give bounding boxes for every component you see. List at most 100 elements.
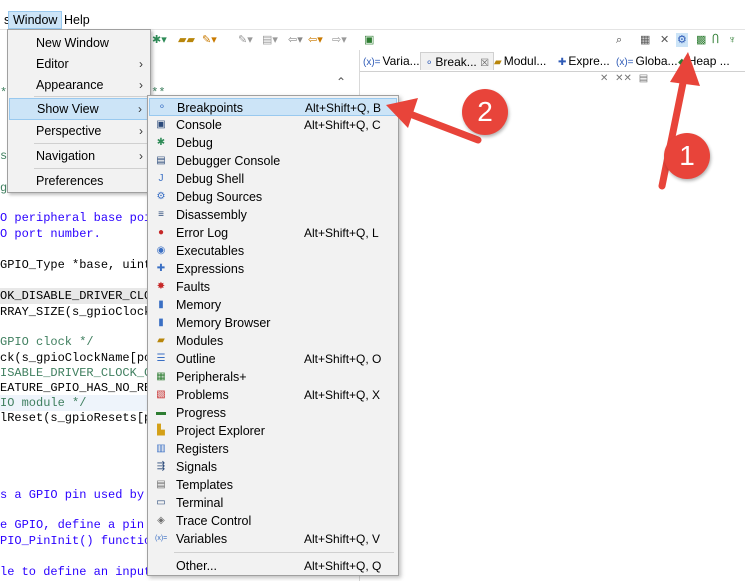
show-view-item-debugger-console[interactable]: ▤ Debugger Console	[149, 152, 397, 170]
edit-disabled-icon[interactable]: ✎▾	[238, 33, 253, 47]
chevron-right-icon: ›	[138, 102, 142, 116]
open-perspective-icon[interactable]: ▦	[640, 33, 650, 47]
close-icon[interactable]: ☒	[480, 58, 489, 69]
main-toolbar: ✱▾ ▰▰ ✎▾ ✎▾ ▤▾ ⇦▾ ⇦▾ ⇨▾ ▣ ⌕ ▦ ✕ ⚙ ▩ Ⴖ ♆	[150, 30, 745, 50]
show-view-item-trace-control[interactable]: ◈ Trace Control	[149, 512, 397, 530]
show-view-item-debug-sources[interactable]: ⚙ Debug Sources	[149, 188, 397, 206]
menu-item-label: Expressions	[176, 262, 245, 276]
show-view-item-modules[interactable]: ▰ Modules	[149, 332, 397, 350]
show-view-item-progress[interactable]: ▬ Progress	[149, 404, 397, 422]
menu-item-label: Terminal	[176, 496, 224, 510]
menu-navigation[interactable]: Navigation ›	[9, 145, 149, 167]
menu-appearance[interactable]: Appearance ›	[9, 74, 149, 96]
show-view-item-peripherals[interactable]: ▦ Peripherals+	[149, 368, 397, 386]
menu-help[interactable]: Help	[60, 11, 94, 29]
tab-heap[interactable]: ◆ Heap ...	[678, 52, 730, 70]
show-view-item-project-explorer[interactable]: ▙ Project Explorer	[149, 422, 397, 440]
menu-editor[interactable]: Editor ›	[9, 53, 149, 75]
menu-item-shortcut: Alt+Shift+Q, B	[305, 101, 382, 115]
wand-icon[interactable]: ✎▾	[202, 33, 217, 47]
show-view-item-error-log[interactable]: ● Error Log Alt+Shift+Q, L	[149, 224, 397, 242]
show-view-item-executables[interactable]: ◉ Executables	[149, 242, 397, 260]
console-icon: ▣	[156, 119, 166, 130]
peripherals-icon: ▦	[156, 371, 166, 382]
globals-tab-icon: (x)=	[616, 57, 634, 68]
menu-item-shortcut: Alt+Shift+Q, X	[304, 388, 381, 402]
prev-edit-icon[interactable]: ⇦▾	[308, 33, 323, 47]
show-view-item-other[interactable]: Other... Alt+Shift+Q, Q	[149, 557, 397, 575]
code-line: GPIO_Type *base, uint	[0, 258, 152, 272]
back-icon[interactable]: ⇦▾	[288, 33, 303, 47]
format-icon[interactable]: ▤▾	[262, 33, 278, 47]
menu-item-label: Problems	[176, 388, 229, 402]
show-view-item-memory-browser[interactable]: ▮ Memory Browser	[149, 314, 397, 332]
scroll-up-icon[interactable]: ⌃	[331, 72, 351, 92]
menu-item-label: Faults	[176, 280, 211, 294]
menu-window[interactable]: Window	[8, 11, 63, 29]
expressions-icon: ✚	[156, 263, 166, 274]
debugger-console-icon: ▤	[156, 155, 166, 166]
menu-perspective[interactable]: Perspective ›	[9, 120, 149, 142]
executables-icon: ◉	[156, 245, 166, 256]
show-view-item-breakpoints[interactable]: ⚬ Breakpoints Alt+Shift+Q, B	[149, 98, 397, 116]
hierarchy-icon[interactable]: ♆	[728, 33, 736, 47]
new-window-icon[interactable]: ▣	[364, 33, 374, 47]
show-view-submenu: ⚬ Breakpoints Alt+Shift+Q, B ▣ Console Alt+Sh…	[147, 95, 399, 576]
chevron-right-icon: ›	[139, 57, 143, 71]
debug-shell-icon: J	[158, 173, 164, 184]
collapse-icon[interactable]: ▤	[639, 73, 648, 84]
menu-separator	[174, 552, 394, 553]
remove-all-icon[interactable]: ✕✕	[615, 73, 632, 84]
show-view-item-problems[interactable]: ▧ Problems Alt+Shift+Q, X	[149, 386, 397, 404]
search-icon[interactable]: ⌕	[616, 33, 622, 47]
show-view-item-outline[interactable]: ☰ Outline Alt+Shift+Q, O	[149, 350, 397, 368]
show-view-item-variables[interactable]: (x)= Variables Alt+Shift+Q, V	[149, 530, 397, 548]
show-view-item-expressions[interactable]: ✚ Expressions	[149, 260, 397, 278]
tab-variables[interactable]: (x)= Varia...	[363, 52, 420, 70]
debug-run-icon[interactable]: ✱▾	[152, 33, 167, 47]
code-line: lReset(s_gpioResets[p	[0, 411, 152, 425]
menu-separator	[34, 143, 148, 144]
menu-item-label: Other...	[176, 559, 217, 573]
debug-perspective-icon[interactable]: ⚙	[676, 33, 688, 47]
modules-icon: ▰	[157, 335, 165, 346]
show-view-item-signals[interactable]: ⇶ Signals	[149, 458, 397, 476]
show-view-item-debug-shell[interactable]: J Debug Shell	[149, 170, 397, 188]
show-view-item-debug[interactable]: ✱ Debug	[149, 134, 397, 152]
tab-expressions[interactable]: ✚ Expre...	[558, 52, 610, 70]
tab-globals[interactable]: (x)= Globa...	[616, 52, 678, 70]
show-view-item-disassembly[interactable]: ≡ Disassembly	[149, 206, 397, 224]
problems-icon: ▧	[156, 389, 166, 400]
remove-icon[interactable]: ✕	[600, 73, 608, 84]
menu-item-label: Progress	[176, 406, 227, 420]
menu-item-label: Error Log	[176, 226, 229, 240]
menu-item-shortcut: Alt+Shift+Q, V	[304, 532, 381, 546]
show-view-item-console[interactable]: ▣ Console Alt+Shift+Q, C	[149, 116, 397, 134]
menu-preferences[interactable]: Preferences	[9, 170, 149, 192]
menu-item-label: Templates	[176, 478, 233, 492]
debug-icon: ✱	[156, 137, 166, 148]
signals-icon: ⇶	[156, 461, 166, 472]
menu-show-view[interactable]: Show View ›	[9, 98, 149, 120]
progress-icon: ▬	[156, 407, 166, 418]
show-view-item-terminal[interactable]: ▭ Terminal	[149, 494, 397, 512]
tab-breakpoints[interactable]: ⚬ Break... ☒	[420, 52, 495, 70]
menu-item-label: Variables	[176, 532, 228, 546]
code-line: ck(s_gpioClockName[po	[0, 351, 152, 365]
show-view-item-registers[interactable]: ▥ Registers	[149, 440, 397, 458]
forward-icon[interactable]: ⇨▾	[332, 33, 347, 47]
wave-icon[interactable]: Ⴖ	[712, 33, 719, 47]
tab-modules[interactable]: ▰ Modul...	[494, 52, 546, 70]
chevron-right-icon: ›	[139, 124, 143, 138]
show-view-item-templates[interactable]: ▤ Templates	[149, 476, 397, 494]
chip-icon[interactable]: ▩	[696, 33, 706, 47]
tools-icon[interactable]: ✕	[660, 33, 669, 47]
folder-icon[interactable]: ▰▰	[178, 33, 195, 47]
menu-item-label: Signals	[176, 460, 217, 474]
menu-new-window[interactable]: New Window	[9, 32, 149, 54]
show-view-item-faults[interactable]: ✸ Faults	[149, 278, 397, 296]
show-view-item-memory[interactable]: ▮ Memory	[149, 296, 397, 314]
code-line: e GPIO, define a pin	[0, 518, 145, 532]
project-explorer-icon: ▙	[157, 425, 165, 436]
variables-icon: (x)=	[155, 535, 168, 542]
